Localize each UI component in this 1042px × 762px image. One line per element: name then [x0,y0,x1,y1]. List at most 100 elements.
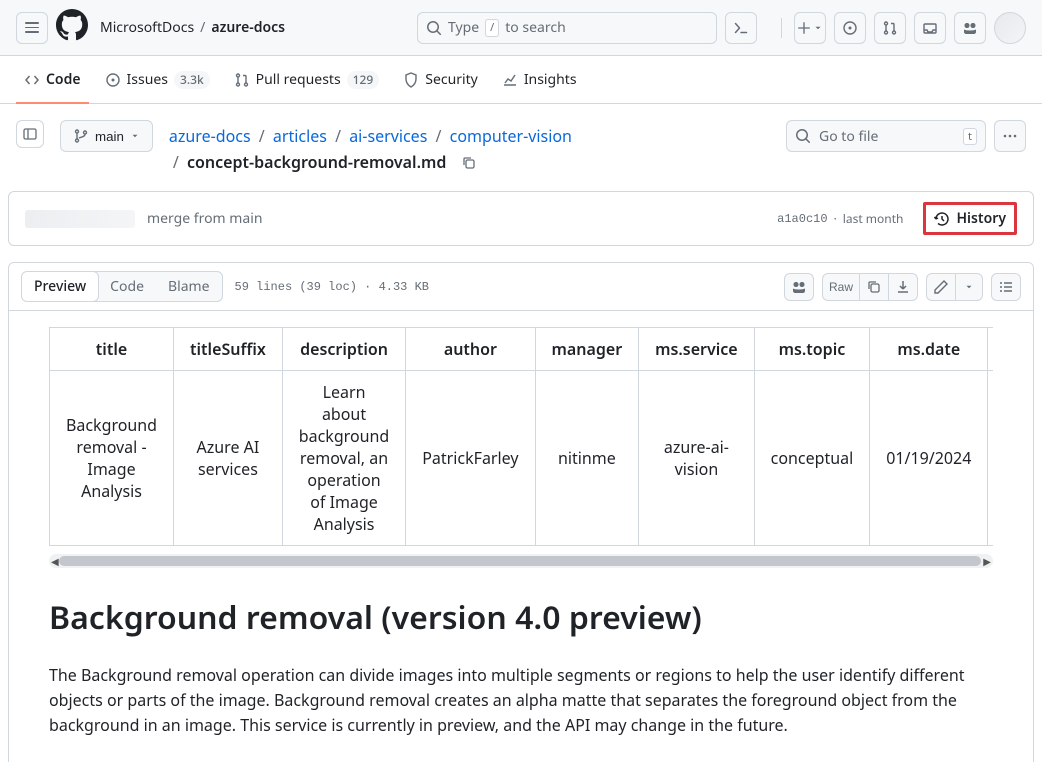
git-pull-request-icon [882,20,898,36]
copy-raw-button[interactable] [859,273,888,301]
file-lines-info: 59 lines (39 loc) · 4.33 KB [235,280,429,294]
commit-hash[interactable]: a1a0c10 [777,212,827,226]
issues-counter: 3.3k [174,71,210,89]
history-icon [934,211,950,227]
tab-insights-label: Insights [524,70,577,89]
github-logo[interactable] [56,9,88,46]
file-header: Preview Code Blame 59 lines (39 loc) · 4… [9,263,1033,311]
th-titlesuffix: titleSuffix [174,328,283,371]
breadcrumb: azure-docs / articles / ai-services / co… [169,120,770,175]
copilot-button[interactable] [954,12,986,44]
copy-path-button[interactable] [457,151,481,175]
avatar[interactable] [994,12,1026,44]
th-manager: manager [535,328,639,371]
th-msservice: ms.service [639,328,755,371]
list-unordered-icon [998,279,1014,295]
crumb-root[interactable]: azure-docs [169,125,251,147]
search-input[interactable]: Type / to search [417,12,717,44]
pencil-icon [933,279,949,295]
th-title: title [50,328,174,371]
markdown-preview: title titleSuffix description author man… [9,311,1033,761]
command-palette-icon [733,20,749,36]
horizontal-scrollbar[interactable]: ◀ ▶ [49,554,993,568]
crumb-current-file: concept-background-removal.md [187,151,446,173]
file-tree-toggle[interactable] [16,120,44,148]
copilot-icon [962,20,978,36]
outline-button[interactable] [991,273,1021,301]
hamburger-menu[interactable] [16,12,48,44]
copy-icon [461,155,477,171]
th-description: description [282,328,405,371]
th-msdate: ms.date [870,328,988,371]
branch-select[interactable]: main [60,120,153,152]
copy-icon [866,279,882,295]
commit-date: last month [843,210,904,227]
edit-file-button[interactable] [926,273,955,301]
header-repo-context: MicrosoftDocs / azure-docs [100,18,285,37]
triangle-down-icon [964,282,974,292]
shield-icon [403,72,419,88]
tab-blame[interactable]: Blame [156,272,222,301]
plus-icon [797,21,811,35]
edit-dropdown-button[interactable] [955,273,983,301]
scroll-right-arrow[interactable]: ▶ [983,554,991,568]
td-msdate: 01/19/2024 [870,371,988,546]
code-icon [24,72,40,88]
goto-file-key: t [963,128,977,145]
copilot-icon [791,279,807,295]
triangle-down-icon [813,23,823,33]
th-mstopic: ms.topic [754,328,870,371]
frontmatter-table-wrapper: title titleSuffix description author man… [49,327,993,546]
commit-message[interactable]: merge from main [147,209,765,228]
file-box: Preview Code Blame 59 lines (39 loc) · 4… [8,262,1034,761]
td-msauthor: pafarley [988,371,993,546]
file-toolbar: main azure-docs / articles / ai-services… [0,104,1042,191]
td-author: PatrickFarley [406,371,535,546]
repo-link[interactable]: azure-docs [211,18,285,37]
tab-pull-requests-label: Pull requests [256,70,341,89]
app-header: MicrosoftDocs / azure-docs Type / to sea… [0,0,1042,56]
tab-pull-requests[interactable]: Pull requests 129 [226,56,388,103]
pull-requests-button[interactable] [874,12,906,44]
td-msservice: azure-ai-vision [639,371,755,546]
history-label: History [956,209,1006,228]
pulls-counter: 129 [347,71,380,89]
copilot-file-button[interactable] [784,273,814,301]
command-palette-button[interactable] [725,12,757,44]
history-button[interactable]: History [923,202,1017,235]
tab-raw-code[interactable]: Code [98,272,156,301]
blob-tab-group: Preview Code Blame [21,271,223,302]
crumb-articles[interactable]: articles [273,125,327,147]
scroll-thumb[interactable] [59,556,981,566]
td-manager: nitinme [535,371,639,546]
table-header-row: title titleSuffix description author man… [50,328,994,371]
crumb-ai-services[interactable]: ai-services [349,125,427,147]
create-new-button[interactable] [794,12,826,44]
owner-link[interactable]: MicrosoftDocs [100,18,194,37]
search-icon [795,128,811,144]
triangle-down-icon [130,131,140,141]
goto-file-input[interactable]: Go to file t [786,120,986,152]
issues-button[interactable] [834,12,866,44]
tab-security[interactable]: Security [395,56,486,103]
search-placeholder-left: Type [448,18,479,37]
tab-code-label: Code [46,70,81,89]
more-options-button[interactable] [994,120,1026,152]
td-description: Learn about background removal, an opera… [282,371,405,546]
td-titlesuffix: Azure AI services [174,371,283,546]
inbox-icon [922,20,938,36]
crumb-computer-vision[interactable]: computer-vision [450,125,572,147]
tab-code[interactable]: Code [16,56,89,103]
git-pull-request-icon [234,72,250,88]
th-author: author [406,328,535,371]
slash: / [200,18,205,37]
tab-preview[interactable]: Preview [21,271,99,302]
download-raw-button[interactable] [888,273,918,301]
tab-issues[interactable]: Issues 3.3k [97,56,218,103]
raw-button[interactable]: Raw [822,273,859,301]
graph-icon [502,72,518,88]
issue-opened-icon [842,20,858,36]
notifications-button[interactable] [914,12,946,44]
tab-insights[interactable]: Insights [494,56,585,103]
scroll-left-arrow[interactable]: ◀ [51,554,59,568]
